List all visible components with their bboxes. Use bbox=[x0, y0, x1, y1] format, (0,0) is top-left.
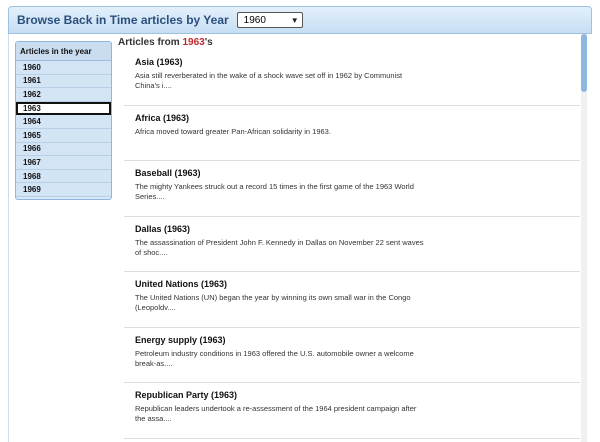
article-title[interactable]: Baseball (1963) bbox=[135, 168, 580, 178]
article-title[interactable]: Energy supply (1963) bbox=[135, 335, 580, 345]
sidebar-item-1968[interactable]: 1968 bbox=[16, 169, 111, 184]
article-summary: Petroleum industry conditions in 1963 of… bbox=[135, 348, 414, 368]
sidebar-item-1969[interactable]: 1969 bbox=[16, 183, 111, 197]
article-item[interactable]: Africa (1963) Africa moved toward greater… bbox=[124, 106, 580, 161]
article-summary: Asia still reverberated in the wake of a… bbox=[135, 71, 403, 90]
article-item[interactable]: Asia (1963) Asia still reverberated in th… bbox=[124, 50, 580, 106]
article-item[interactable]: United Nations (1963) The United Nations … bbox=[124, 272, 580, 328]
sidebar-heading: Articles in the year bbox=[16, 42, 111, 61]
article-title[interactable]: Asia (1963) bbox=[135, 57, 580, 67]
article-summary: Africa moved toward greater Pan-African … bbox=[135, 126, 331, 136]
sidebar-item-1963[interactable]: 1963 bbox=[16, 101, 111, 116]
year-sidebar: Articles in the year 1960 1961 1962 1963 196… bbox=[15, 41, 112, 200]
articles-heading: Articles from 1963's bbox=[118, 37, 213, 48]
browse-title: Browse Back in Time articles by Year bbox=[17, 13, 229, 27]
sidebar-item-1966[interactable]: 1966 bbox=[16, 142, 111, 157]
sidebar-item-1962[interactable]: 1962 bbox=[16, 88, 111, 102]
article-item[interactable]: Baseball (1963) The mighty Yankees struck… bbox=[124, 161, 580, 217]
article-title[interactable]: Dallas (1963) bbox=[135, 224, 580, 234]
content-frame-border bbox=[8, 34, 9, 442]
articles-heading-year: 1963 bbox=[182, 37, 205, 48]
article-title[interactable]: Republican Party (1963) bbox=[135, 390, 580, 400]
article-title[interactable]: Africa (1963) bbox=[135, 113, 580, 123]
scrollbar-thumb[interactable] bbox=[581, 34, 587, 92]
browse-header-bar: Browse Back in Time articles by Year 196… bbox=[8, 6, 592, 34]
article-list: Asia (1963) Asia still reverberated in th… bbox=[124, 50, 580, 442]
year-select-value: 1960 bbox=[243, 14, 266, 26]
article-title[interactable]: United Nations (1963) bbox=[135, 279, 580, 289]
article-item[interactable]: Republican Party (1963) Republican leader… bbox=[124, 383, 580, 439]
article-summary: The mighty Yankees struck out a record 1… bbox=[135, 182, 414, 201]
sidebar-item-1965[interactable]: 1965 bbox=[16, 128, 111, 143]
articles-heading-suffix: 's bbox=[204, 37, 213, 48]
sidebar-item-1961[interactable]: 1961 bbox=[16, 74, 111, 89]
articles-heading-prefix: Articles from bbox=[118, 37, 183, 48]
article-item[interactable]: Energy supply (1963) Petroleum industry c… bbox=[124, 328, 580, 383]
article-summary: The assassination of President John F. K… bbox=[135, 237, 424, 257]
sidebar-item-1964[interactable]: 1964 bbox=[16, 115, 111, 129]
article-summary: Republican leaders undertook a re-assess… bbox=[135, 404, 417, 423]
article-item[interactable]: Dallas (1963) The assassination of Presid… bbox=[124, 217, 580, 272]
sidebar-item-1967[interactable]: 1967 bbox=[16, 156, 111, 170]
article-summary: The United Nations (UN) began the year b… bbox=[135, 293, 411, 312]
sidebar-item-1960[interactable]: 1960 bbox=[16, 61, 111, 75]
article-list-scrollbar[interactable] bbox=[581, 34, 587, 442]
year-select[interactable]: 1960 ▼ bbox=[236, 12, 303, 28]
chevron-down-icon: ▼ bbox=[290, 15, 299, 25]
